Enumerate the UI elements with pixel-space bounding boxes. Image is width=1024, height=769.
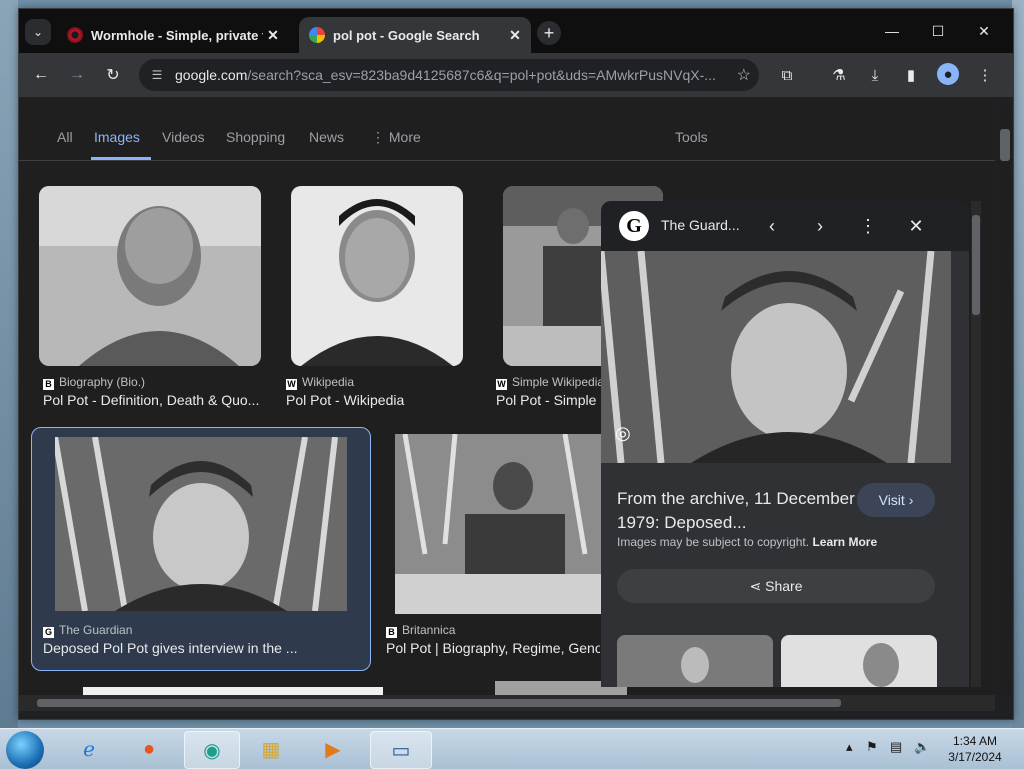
result-title-5[interactable]: Pol Pot | Biography, Regime, Geno: [386, 640, 600, 656]
menu-icon[interactable]: ⋮: [973, 63, 997, 87]
result-source-1: B Biography (Bio.): [43, 375, 145, 390]
filter-tools[interactable]: Tools: [675, 129, 708, 145]
close-icon[interactable]: ✕: [903, 213, 929, 239]
tab-search-icon[interactable]: ⌄: [25, 19, 51, 45]
minimize-icon[interactable]: —: [869, 17, 915, 45]
more-options-icon[interactable]: ⋮: [855, 213, 881, 239]
related-image-1[interactable]: [617, 635, 773, 687]
google-icon: [309, 27, 325, 43]
download-icon[interactable]: ⤓: [863, 63, 887, 87]
divider: [19, 160, 995, 161]
maximize-icon[interactable]: ☐: [915, 17, 961, 45]
start-button[interactable]: [6, 731, 44, 769]
plus-icon[interactable]: +: [537, 21, 561, 45]
action-center-icon[interactable]: ⚑: [866, 739, 878, 755]
photo-4: [55, 437, 347, 611]
reload-icon[interactable]: ↻: [101, 63, 125, 87]
page-horizontal-scrollbar[interactable]: [19, 695, 995, 711]
network-icon[interactable]: ▤: [890, 739, 902, 755]
result-title-1[interactable]: Pol Pot - Definition, Death & Quo...: [43, 392, 263, 408]
filter-news[interactable]: News: [309, 129, 344, 145]
share-icon: ⋖: [749, 577, 762, 594]
tab-google-search[interactable]: pol pot - Google Search ✕: [299, 17, 531, 53]
site-info-icon[interactable]: ☰: [149, 67, 165, 83]
panel-title[interactable]: From the archive, 11 December 1979: Depo…: [617, 487, 857, 535]
labs-icon[interactable]: ⚗: [827, 63, 851, 87]
edge-icon[interactable]: ◉: [184, 731, 240, 769]
extensions-icon[interactable]: ⧉: [775, 63, 799, 87]
result-image-6[interactable]: [83, 687, 383, 695]
volume-muted-icon[interactable]: 🔈: [914, 739, 930, 755]
filter-all[interactable]: All: [57, 129, 73, 145]
copyright-notice: Images may be subject to copyright. Lear…: [617, 535, 878, 549]
result-source-4: G The Guardian: [43, 623, 133, 638]
page-content: All Images Videos Shopping News ⋮ More T…: [19, 97, 995, 695]
close-window-icon[interactable]: ✕: [961, 17, 1007, 45]
learn-more-link[interactable]: Learn More: [812, 535, 877, 549]
lens-icon[interactable]: ◎: [615, 423, 631, 444]
image-preview-panel: G The Guard... ‹ › ⋮ ✕ ◎ From the archiv…: [601, 201, 969, 687]
photo-5: [395, 434, 605, 614]
result-source-3: W Simple Wikipedia: [496, 375, 605, 390]
result-image-2[interactable]: [291, 186, 463, 366]
panel-source[interactable]: The Guard...: [661, 217, 740, 233]
share-button[interactable]: ⋖ Share: [617, 569, 935, 603]
taskbar: ℯ ● ◉ ▦ ▶ ▭ ▴ ⚑ ▤ 🔈 1:34 AM 3/17/2024: [0, 728, 1024, 769]
filter-videos[interactable]: Videos: [162, 129, 205, 145]
tab-wormhole[interactable]: Wormhole - Simple, private file ✕: [57, 17, 289, 53]
remote-desktop-icon[interactable]: ▭: [370, 731, 432, 769]
result-title-4[interactable]: Deposed Pol Pot gives interview in the .…: [43, 640, 353, 656]
chevron-left-icon[interactable]: ‹: [759, 213, 785, 239]
file-explorer-icon[interactable]: ▦: [244, 731, 298, 767]
profile-icon[interactable]: ●: [937, 63, 959, 85]
tab-title: Wormhole - Simple, private file: [91, 27, 263, 43]
star-icon[interactable]: ☆: [737, 65, 751, 85]
guardian-logo: G: [619, 211, 649, 241]
close-icon[interactable]: ✕: [263, 25, 283, 45]
media-player-icon[interactable]: ▶: [306, 731, 360, 767]
visit-button[interactable]: Visit ›: [857, 483, 935, 517]
sidebar-icon[interactable]: ▮: [899, 63, 923, 87]
result-source-2: W Wikipedia: [286, 375, 355, 390]
address-bar[interactable]: ☰ google.com/search?sca_esv=823ba9d41256…: [139, 59, 759, 91]
desktop-background-left: [0, 0, 18, 728]
panel-photo: [601, 250, 951, 464]
tab-bar: ⌄ Wormhole - Simple, private file ✕ pol …: [19, 9, 1013, 53]
chevron-right-icon[interactable]: ›: [807, 213, 833, 239]
back-icon[interactable]: ←: [29, 63, 53, 87]
result-image-4[interactable]: [55, 437, 347, 611]
result-image-5[interactable]: [395, 434, 605, 614]
search-filters: All Images Videos Shopping News ⋮ More T…: [19, 97, 995, 160]
toolbar: ← → ↻ ☰ google.com/search?sca_esv=823ba9…: [19, 53, 1013, 97]
result-title-2[interactable]: Pol Pot - Wikipedia: [286, 392, 476, 408]
firefox-icon[interactable]: ●: [122, 731, 176, 767]
related-image-2[interactable]: [781, 635, 937, 687]
filter-shopping[interactable]: Shopping: [226, 129, 285, 145]
photo-1: [39, 186, 261, 366]
browser-window: ⌄ Wormhole - Simple, private file ✕ pol …: [18, 8, 1014, 720]
filter-images[interactable]: Images: [94, 129, 140, 145]
system-clock[interactable]: 1:34 AM 3/17/2024: [940, 733, 1010, 765]
result-source-5: B Britannica: [386, 623, 455, 638]
close-icon[interactable]: ✕: [505, 25, 525, 45]
photo-2: [291, 186, 463, 366]
filter-more[interactable]: ⋮ More: [371, 129, 421, 146]
internet-explorer-icon[interactable]: ℯ: [62, 731, 116, 767]
tray-expand-icon[interactable]: ▴: [846, 739, 853, 755]
page-vertical-scrollbar[interactable]: [997, 105, 1011, 697]
result-image-1[interactable]: [39, 186, 261, 366]
forward-icon[interactable]: →: [65, 63, 89, 87]
wormhole-icon: [67, 27, 83, 43]
panel-header: G The Guard... ‹ › ⋮ ✕: [601, 201, 969, 251]
panel-scrollbar[interactable]: [971, 201, 981, 687]
panel-image[interactable]: [601, 250, 951, 464]
tab-title: pol pot - Google Search: [333, 27, 480, 43]
url-text[interactable]: google.com/search?sca_esv=823ba9d4125687…: [175, 67, 725, 83]
result-title-3[interactable]: Pol Pot - Simple: [496, 392, 606, 408]
